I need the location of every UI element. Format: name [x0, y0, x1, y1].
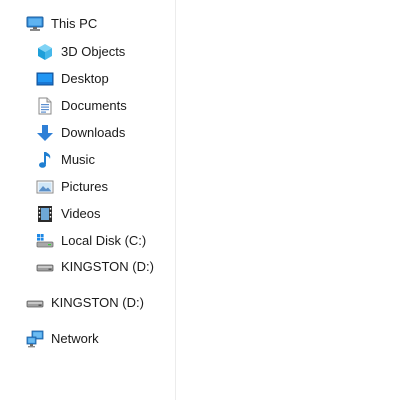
music-note-icon: [36, 151, 54, 169]
desktop-icon: [36, 70, 54, 88]
file-explorer-window: This PC 3D Objects Desktop Documents Dow…: [0, 0, 394, 400]
nav-item-this-pc[interactable]: This PC: [26, 12, 97, 36]
nav-item-label: KINGSTON (D:): [51, 295, 144, 310]
picture-icon: [36, 178, 54, 196]
cube-icon: [36, 43, 54, 61]
nav-item-label: Documents: [61, 98, 127, 113]
nav-item-label: 3D Objects: [61, 44, 126, 59]
nav-item-documents[interactable]: Documents: [36, 94, 127, 118]
download-arrow-icon: [36, 124, 54, 142]
nav-item-network[interactable]: Network: [26, 327, 99, 351]
nav-item-label: Downloads: [61, 125, 126, 140]
monitor-icon: [26, 15, 44, 33]
nav-item-desktop[interactable]: Desktop: [36, 67, 109, 91]
nav-item-label: Music: [61, 152, 95, 167]
nav-item-label: This PC: [51, 16, 98, 31]
nav-item-kingston-d-child[interactable]: KINGSTON (D:): [36, 255, 154, 279]
nav-item-pictures[interactable]: Pictures: [36, 175, 108, 199]
network-icon: [26, 330, 44, 348]
nav-item-local-disk-c[interactable]: Local Disk (C:): [36, 229, 146, 253]
usb-drive-icon: [36, 258, 54, 276]
nav-item-kingston-d[interactable]: KINGSTON (D:): [26, 291, 144, 315]
document-icon: [36, 97, 54, 115]
nav-item-videos[interactable]: Videos: [36, 202, 101, 226]
nav-item-label: Videos: [61, 206, 101, 221]
nav-item-label: Network: [51, 331, 99, 346]
content-pane[interactable]: [176, 0, 394, 400]
nav-item-downloads[interactable]: Downloads: [36, 121, 125, 145]
nav-item-label: Desktop: [61, 71, 109, 86]
navigation-pane: This PC 3D Objects Desktop Documents Dow…: [0, 0, 175, 400]
nav-item-label: Pictures: [61, 179, 108, 194]
usb-drive-icon: [26, 294, 44, 312]
nav-item-label: Local Disk (C:): [61, 233, 147, 248]
film-icon: [36, 205, 54, 223]
nav-item-music[interactable]: Music: [36, 148, 95, 172]
nav-item-label: KINGSTON (D:): [61, 259, 154, 274]
nav-item-3d-objects[interactable]: 3D Objects: [36, 40, 125, 64]
windows-drive-icon: [36, 232, 54, 250]
